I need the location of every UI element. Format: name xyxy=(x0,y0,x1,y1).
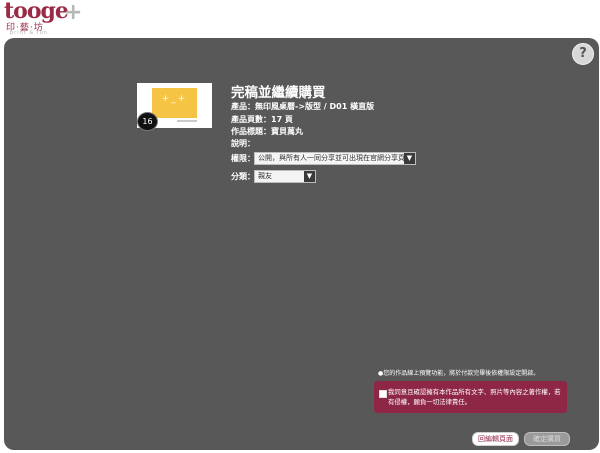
pages-line: 產品頁數：17 頁 xyxy=(231,115,293,124)
logo-tagline: print & fun xyxy=(10,30,48,36)
category-value: 親友 xyxy=(258,172,272,180)
permission-value: 公開，與所有人一同分享並可出現在官網分享頁面 xyxy=(258,154,412,162)
agree-checkbox[interactable] xyxy=(379,390,387,398)
agreement-text: 我同意且確認擁有本作品所有文字、照片等內容之著作權，若有侵權，願負一切法律責任。 xyxy=(388,388,561,406)
page-title: 完稿並繼續購買 xyxy=(231,85,326,101)
preview-notice: ●您的作品線上預覽功能，將於付款完畢後依權限設定開啟。 xyxy=(378,370,540,377)
copyright-agreement: 我同意且確認擁有本作品所有文字、照片等內容之著作權，若有侵權，願負一切法律責任。 xyxy=(374,381,567,413)
permission-select[interactable]: 公開，與所有人一同分享並可出現在官網分享頁面 ▼ xyxy=(254,152,416,165)
permission-label: 權限： xyxy=(231,154,255,163)
tooge-logo[interactable]: tooge + 印·藝·坊 print & fun xyxy=(4,0,84,36)
thumbnail-cover: +_+ xyxy=(152,88,197,118)
chevron-down-icon: ▼ xyxy=(304,171,315,182)
help-icon[interactable]: ? xyxy=(572,43,594,65)
thumbnail-strip xyxy=(177,120,197,122)
product-line: 產品：無印風桌曆->版型 / D01 橫直版 xyxy=(231,102,375,111)
work-title-line: 作品標題：寶貝萬丸 xyxy=(231,127,303,136)
thumbnail-mark: +_+ xyxy=(161,94,188,104)
logo-plus: + xyxy=(64,0,83,25)
description-line: 說明： xyxy=(231,139,255,148)
confirm-purchase-button[interactable]: 確定購買 xyxy=(524,432,570,446)
chevron-down-icon: ▼ xyxy=(404,153,415,164)
category-select[interactable]: 親友 ▼ xyxy=(254,170,316,183)
category-label: 分類： xyxy=(231,172,255,181)
back-to-edit-button[interactable]: 回編輯頁面 xyxy=(472,432,519,446)
page-count-badge: 16 xyxy=(137,112,158,131)
